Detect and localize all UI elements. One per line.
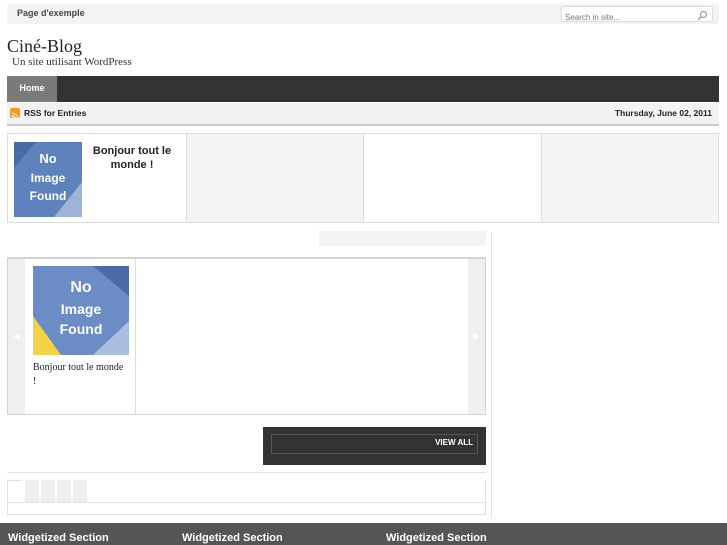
sub-bar: RSS for Entries Thursday, June 02, 2011 — [7, 103, 719, 126]
thumb-text: No — [39, 151, 56, 166]
site-title[interactable]: Ciné-Blog — [7, 36, 82, 57]
nav-item-home[interactable]: Home — [7, 76, 57, 102]
featured-post-1[interactable]: No Image Found Bonjour tout le monde ! — [8, 134, 187, 222]
footer-widget-title: Widgetized Section — [386, 532, 487, 544]
content-header-box — [319, 231, 486, 246]
no-image-thumbnail[interactable]: No Image Found — [14, 142, 82, 217]
featured-post-3 — [364, 134, 542, 222]
top-link-sample-page[interactable]: Page d'exemple — [17, 8, 85, 18]
carousel-prev-button[interactable]: ◀ — [8, 259, 25, 414]
search-icon[interactable] — [697, 8, 708, 26]
view-all-bar: VIEW ALL — [263, 427, 486, 465]
search-input[interactable] — [565, 11, 685, 24]
carousel-item-title[interactable]: Bonjour tout le monde ! — [33, 361, 129, 389]
main-nav: Home — [7, 76, 719, 102]
footer-widget-title: Widgetized Section — [182, 532, 283, 544]
sidebar-divider — [491, 232, 492, 518]
tab[interactable] — [57, 480, 71, 502]
featured-post-title[interactable]: Bonjour tout le monde ! — [88, 144, 176, 172]
current-date: Thursday, June 02, 2011 — [614, 108, 712, 118]
thumb-text: Image — [31, 171, 66, 185]
tab[interactable] — [41, 480, 55, 502]
view-all-button[interactable]: VIEW ALL — [435, 438, 473, 447]
site-tagline: Un site utilisant WordPress — [12, 56, 132, 68]
thumb-text: No — [70, 279, 92, 296]
featured-posts: No Image Found Bonjour tout le monde ! — [7, 133, 719, 223]
tab[interactable] — [73, 480, 87, 502]
footer: Widgetized Section Widgetized Section Wi… — [0, 523, 727, 545]
featured-post-2 — [187, 134, 364, 222]
rss-icon[interactable] — [10, 108, 20, 120]
rss-link[interactable]: RSS for Entries — [24, 108, 86, 118]
thumb-text: Found — [60, 321, 103, 337]
carousel-next-button[interactable]: ▶ — [468, 259, 485, 414]
thumb-text: Image — [61, 301, 102, 317]
carousel-item[interactable]: No Image Found Bonjour tout le monde ! — [25, 259, 136, 414]
featured-post-4 — [542, 134, 718, 222]
tab[interactable] — [25, 480, 39, 502]
footer-widget-title: Widgetized Section — [8, 532, 109, 544]
thumb-text: Found — [30, 189, 67, 203]
tabbed-widget-edge — [7, 480, 21, 481]
view-all-frame: VIEW ALL — [271, 434, 478, 454]
tab-strip-baseline — [7, 502, 486, 503]
no-image-thumbnail[interactable]: No Image Found — [33, 266, 129, 355]
post-carousel: ◀ No Image Found Bonjour tout le monde !… — [7, 257, 486, 415]
top-bar: Page d'exemple — [7, 4, 719, 24]
section-divider — [7, 472, 486, 473]
search-box[interactable] — [561, 6, 713, 24]
